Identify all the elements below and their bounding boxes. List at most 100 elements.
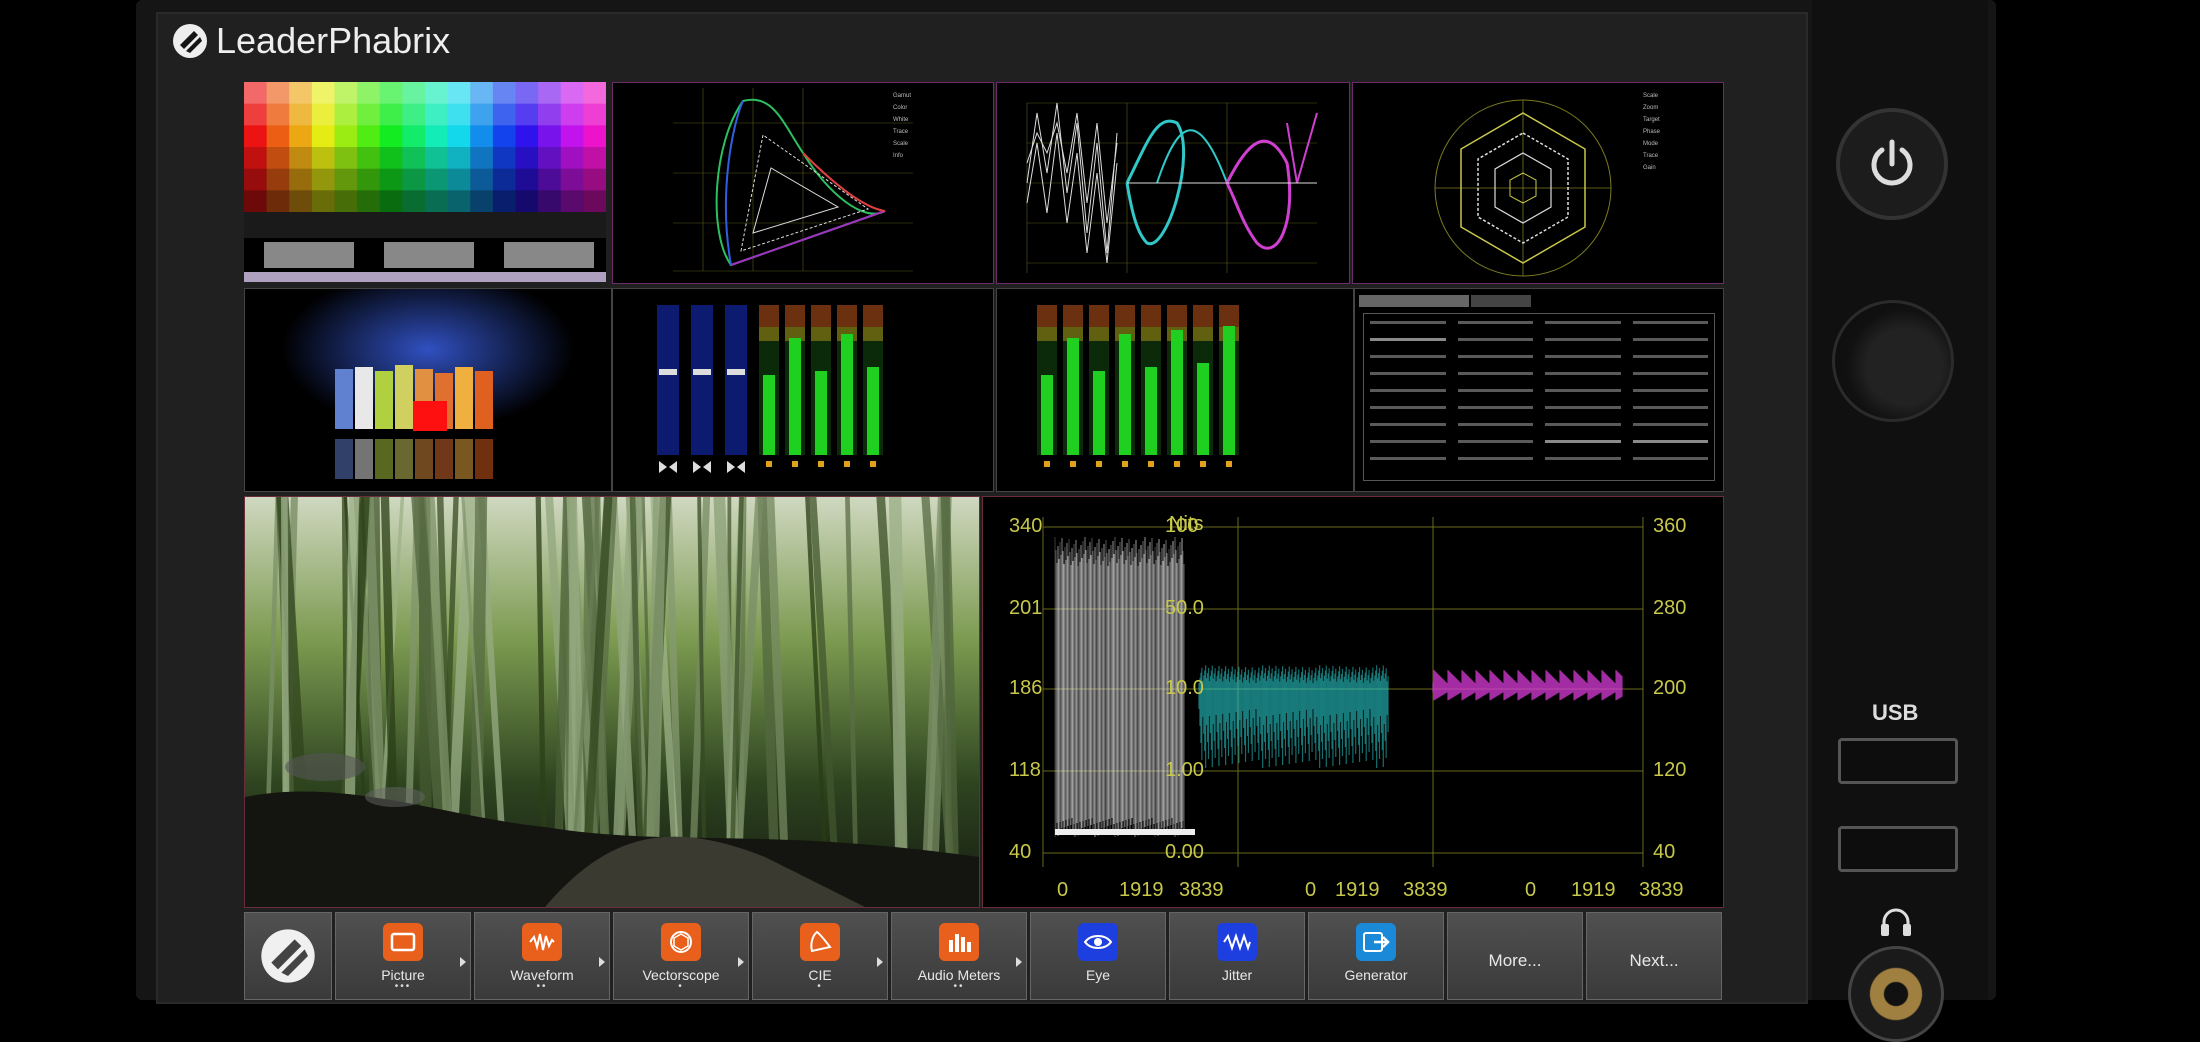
headphone-jack[interactable] xyxy=(1848,946,1944,1042)
svg-text:Info: Info xyxy=(893,153,904,159)
submenu-arrow-icon xyxy=(877,957,883,967)
status-cell xyxy=(1545,440,1621,443)
toolbar-page-dots: •• xyxy=(953,981,965,992)
status-cell xyxy=(1545,355,1621,358)
toolbar-waveform-button[interactable]: Waveform •• xyxy=(474,912,610,1000)
brand-logo: LeaderPhabrix xyxy=(172,18,450,64)
left-scale-label: 118 xyxy=(1009,759,1041,781)
status-cell xyxy=(1632,457,1708,460)
status-tab-active[interactable] xyxy=(1359,295,1469,307)
color-palette-pane[interactable] xyxy=(244,82,606,282)
toolbar-picture-button[interactable]: Picture ••• xyxy=(335,912,471,1000)
picture-icon xyxy=(383,923,423,961)
svg-text:Target: Target xyxy=(1643,117,1660,123)
toolbar-page-dots: • xyxy=(817,981,823,992)
cie-icon xyxy=(800,923,840,961)
svg-text:Scale: Scale xyxy=(1643,93,1659,99)
usb-label: USB xyxy=(1872,700,1919,725)
status-cell xyxy=(1632,406,1708,409)
toolbar-page-dots: •• xyxy=(536,981,548,992)
status-cell xyxy=(1370,355,1446,358)
jitter-icon xyxy=(1217,923,1257,961)
thumbnail-image xyxy=(245,289,611,491)
toolbar-audio-meters-button[interactable]: Audio Meters •• xyxy=(891,912,1027,1000)
nits-scale-label: 0.00 xyxy=(1165,841,1204,863)
x-tick-label: 3839 xyxy=(1179,879,1224,901)
nits-scale-label: 50.0 xyxy=(1165,597,1204,619)
waveform-overlay xyxy=(1026,102,1318,273)
toolbar-button-label: Generator xyxy=(1344,967,1408,983)
picture-pane[interactable] xyxy=(244,496,980,908)
status-cell xyxy=(1632,440,1708,443)
status-tab[interactable] xyxy=(1471,295,1531,307)
status-table xyxy=(1363,313,1715,481)
waveform-overlay-pane[interactable] xyxy=(996,82,1350,284)
toolbar-eye-button[interactable]: Eye xyxy=(1030,912,1166,1000)
toolbar-page-dots: ••• xyxy=(394,981,412,992)
x-tick-label: 0 xyxy=(1525,879,1537,901)
x-tick-label: 1919 xyxy=(1335,879,1380,901)
status-cell xyxy=(1545,372,1621,375)
x-tick-label: 1919 xyxy=(1119,879,1164,901)
audio-meters-pane-1[interactable] xyxy=(612,288,994,492)
left-scale-label: 340 xyxy=(1009,515,1043,537)
headphone-icon xyxy=(1881,908,1911,936)
right-scale-label: 40 xyxy=(1653,841,1676,863)
brand-name: LeaderPhabrix xyxy=(216,20,451,61)
svg-text:Zoom: Zoom xyxy=(1643,105,1658,111)
nits-scale-label: 1.00 xyxy=(1165,759,1204,781)
waveform-pane[interactable]: Nits 340 201 186 118 40 100 50.0 10.0 1.00 0.00 … xyxy=(982,496,1724,908)
usb-port-1[interactable] xyxy=(1838,738,1958,784)
x-tick-label: 0 xyxy=(1057,879,1069,901)
vectorscope-icon xyxy=(661,923,701,961)
status-cell xyxy=(1632,389,1708,392)
toolbar-vectorscope-button[interactable]: Vectorscope • xyxy=(613,912,749,1000)
status-cell xyxy=(1457,440,1533,443)
status-table-row xyxy=(1364,416,1714,433)
status-cell xyxy=(1545,423,1621,426)
svg-text:Color: Color xyxy=(893,105,907,111)
status-cell xyxy=(1457,389,1533,392)
power-icon xyxy=(1871,139,1913,186)
toolbar-button-label: More... xyxy=(1488,951,1542,970)
status-cell xyxy=(1370,406,1446,409)
nits-scale-label: 100 xyxy=(1165,515,1199,537)
status-cell xyxy=(1457,423,1533,426)
toolbar-next-button[interactable]: Next... xyxy=(1586,912,1722,1000)
submenu-arrow-icon xyxy=(738,957,744,967)
right-scale-label: 280 xyxy=(1653,597,1687,619)
submenu-arrow-icon xyxy=(599,957,605,967)
status-cell xyxy=(1457,457,1533,460)
audio-meters-pane-2[interactable] xyxy=(996,288,1354,492)
status-cell xyxy=(1370,389,1446,392)
status-cell xyxy=(1457,338,1533,341)
home-button[interactable] xyxy=(244,912,332,1000)
power-button[interactable] xyxy=(1836,108,1948,220)
status-cell xyxy=(1370,338,1446,341)
x-tick-label: 0 xyxy=(1305,879,1317,901)
status-table-row xyxy=(1364,348,1714,365)
toolbar-generator-button[interactable]: Generator xyxy=(1308,912,1444,1000)
home-logo-icon xyxy=(261,929,315,983)
right-scale-label: 200 xyxy=(1653,677,1687,699)
status-cell xyxy=(1545,457,1621,460)
vectorscope-pane[interactable]: Scale Zoom Target Phase Mode Trace Gain xyxy=(1352,82,1724,284)
status-table-pane[interactable] xyxy=(1354,288,1724,492)
status-cell xyxy=(1370,321,1446,324)
cie-chart-pane[interactable]: Gamut Color White Trace Scale Info xyxy=(612,82,994,284)
toolbar-more-button[interactable]: More... xyxy=(1447,912,1583,1000)
thumbnail-pane[interactable] xyxy=(244,288,612,492)
toolbar-cie-button[interactable]: CIE • xyxy=(752,912,888,1000)
toolbar-jitter-button[interactable]: Jitter xyxy=(1169,912,1305,1000)
toolbar-button-label: Eye xyxy=(1085,967,1111,983)
svg-text:Gamut: Gamut xyxy=(893,93,911,99)
status-cell xyxy=(1545,389,1621,392)
waveform-icon xyxy=(522,923,562,961)
left-scale-label: 201 xyxy=(1009,597,1043,619)
right-scale-label: 360 xyxy=(1653,515,1687,537)
rotary-knob[interactable] xyxy=(1832,300,1954,422)
svg-text:Gain: Gain xyxy=(1643,165,1656,171)
left-scale-label: 186 xyxy=(1009,677,1043,699)
status-table-row xyxy=(1364,331,1714,348)
usb-port-2[interactable] xyxy=(1838,826,1958,872)
